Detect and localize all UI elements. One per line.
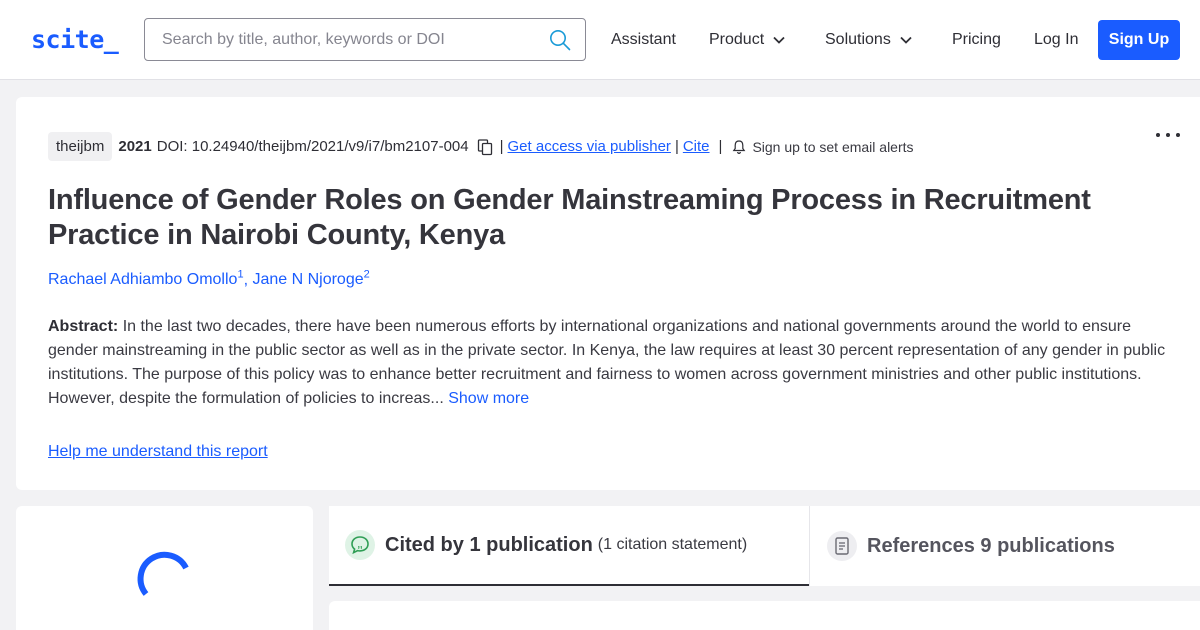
article-title: Influence of Gender Roles on Gender Main… <box>48 184 1091 251</box>
scite-logo[interactable]: scite_ <box>31 25 119 54</box>
doi-text: DOI: 10.24940/theijbm/2021/v9/i7/bm2107-… <box>156 138 469 155</box>
author-link[interactable]: Rachael Adhiambo Omollo1 <box>48 269 244 288</box>
search-icon[interactable] <box>548 28 572 52</box>
email-alert-link[interactable]: Sign up to set email alerts <box>752 139 913 155</box>
separator: | <box>499 138 504 155</box>
nav-product[interactable]: Product <box>709 31 786 49</box>
tab-cited-by[interactable]: ,, Cited by 1 publication (1 citation st… <box>329 506 809 586</box>
cite-link[interactable]: Cite <box>683 138 710 155</box>
author-link[interactable]: Jane N Njoroge2 <box>252 269 369 288</box>
abstract-text: In the last two decades, there have been… <box>48 318 1166 407</box>
author-list: Rachael Adhiambo Omollo1, Jane N Njoroge… <box>48 269 370 289</box>
chevron-down-icon <box>900 36 912 44</box>
login-link[interactable]: Log In <box>1034 31 1078 49</box>
nav-pricing-label: Pricing <box>952 31 1001 48</box>
quote-bubble-icon: ,, <box>345 530 375 560</box>
separator: | <box>718 138 723 155</box>
loading-spinner-icon <box>137 551 189 596</box>
document-icon <box>827 531 857 561</box>
copy-icon[interactable] <box>476 138 494 156</box>
top-navigation-bar: scite_ Assistant Product Solutions Prici… <box>0 0 1200 80</box>
login-label: Log In <box>1034 31 1079 48</box>
abstract: Abstract: In the last two decades, there… <box>48 315 1178 411</box>
nav-assistant[interactable]: Assistant <box>611 31 676 49</box>
show-more-link[interactable]: Show more <box>448 390 529 407</box>
tab-cited-by-label: Cited by 1 publication <box>385 533 593 556</box>
nav-solutions-label: Solutions <box>825 31 891 48</box>
journal-tag[interactable]: theijbm <box>48 132 113 161</box>
help-understand-link[interactable]: Help me understand this report <box>48 443 268 461</box>
nav-solutions[interactable]: Solutions <box>825 31 913 49</box>
article-card: theijbm 2021 DOI: 10.24940/theijbm/2021/… <box>16 97 1200 490</box>
citation-content-card <box>329 601 1200 630</box>
bell-icon[interactable] <box>731 139 747 155</box>
loading-panel <box>16 506 313 630</box>
publication-year: 2021 <box>118 138 152 155</box>
nav-assistant-label: Assistant <box>611 31 676 48</box>
search-input[interactable] <box>162 19 542 60</box>
citation-tabs: ,, Cited by 1 publication (1 citation st… <box>329 506 1200 586</box>
signup-button[interactable]: Sign Up <box>1098 20 1180 60</box>
chevron-down-icon <box>773 36 785 44</box>
citation-statement-count: (1 citation statement) <box>597 536 748 553</box>
search-box[interactable] <box>144 18 586 61</box>
get-access-link[interactable]: Get access via publisher <box>508 138 671 155</box>
article-meta-row: theijbm 2021 DOI: 10.24940/theijbm/2021/… <box>48 132 914 161</box>
nav-product-label: Product <box>709 31 765 48</box>
tab-references-label: References 9 publications <box>867 534 1115 557</box>
svg-text:,,: ,, <box>357 540 362 550</box>
nav-pricing[interactable]: Pricing <box>952 31 1001 49</box>
abstract-label: Abstract: <box>48 318 119 335</box>
more-options-icon[interactable] <box>1154 130 1182 140</box>
tab-references[interactable]: References 9 publications <box>809 506 1200 586</box>
separator: | <box>674 138 679 155</box>
